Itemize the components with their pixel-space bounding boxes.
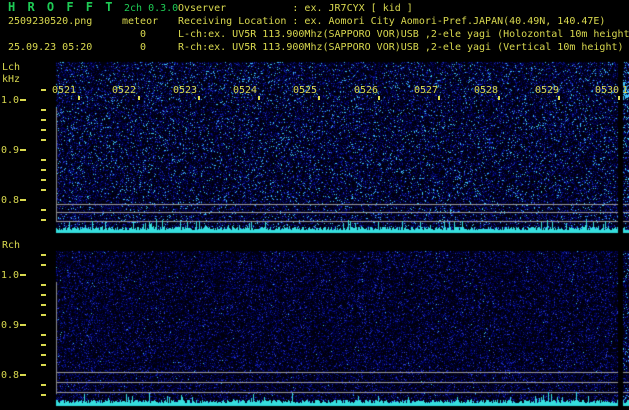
rch-minor-tick [41, 334, 46, 336]
rch-minor-tick [41, 354, 46, 356]
axis-ticks [0, 0, 629, 410]
lch-major-tick [20, 99, 26, 101]
rch-major-tick [20, 274, 26, 276]
lch-minor-tick [41, 159, 46, 161]
time-tick [198, 96, 200, 100]
time-tick [498, 96, 500, 100]
time-tick [558, 96, 560, 100]
rch-minor-tick [41, 384, 46, 386]
lch-minor-tick [41, 169, 46, 171]
lch-minor-tick [41, 89, 46, 91]
lch-major-tick [20, 149, 26, 151]
time-tick [138, 96, 140, 100]
rch-minor-tick [41, 364, 46, 366]
hrofft-window: H R O F F T 2ch 0.3.0 2509230520.png met… [0, 0, 629, 410]
lch-minor-tick [41, 139, 46, 141]
time-tick [618, 96, 620, 100]
rch-minor-tick [41, 254, 46, 256]
lch-minor-tick [41, 189, 46, 191]
lch-major-tick [20, 199, 26, 201]
rch-major-tick [20, 324, 26, 326]
rch-minor-tick [41, 314, 46, 316]
rch-minor-tick [41, 394, 46, 396]
rch-minor-tick [41, 294, 46, 296]
lch-minor-tick [41, 209, 46, 211]
lch-minor-tick [41, 219, 46, 221]
rch-minor-tick [41, 284, 46, 286]
lch-minor-tick [41, 119, 46, 121]
time-tick [78, 96, 80, 100]
time-tick [258, 96, 260, 100]
lch-minor-tick [41, 109, 46, 111]
time-tick [438, 96, 440, 100]
rch-minor-tick [41, 344, 46, 346]
rch-minor-tick [41, 264, 46, 266]
time-tick [318, 96, 320, 100]
rch-minor-tick [41, 304, 46, 306]
lch-minor-tick [41, 129, 46, 131]
time-tick [378, 96, 380, 100]
lch-minor-tick [41, 179, 46, 181]
rch-major-tick [20, 374, 26, 376]
